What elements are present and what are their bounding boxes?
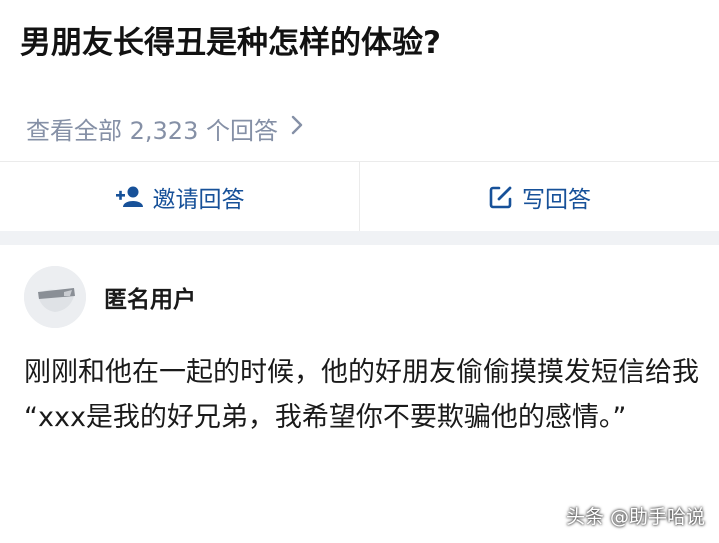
author-name[interactable]: 匿名用户 bbox=[104, 280, 196, 314]
answer-content: 刚刚和他在一起的时候，他的好朋友偷偷摸摸发短信给我 “xxx是我的好兄弟，我希望… bbox=[24, 350, 704, 440]
answer-author-row: 匿名用户 bbox=[24, 266, 196, 328]
view-all-answers-link[interactable]: 查看全部 2,323 个回答 bbox=[26, 108, 304, 148]
view-all-answers-label: 查看全部 2,323 个回答 bbox=[26, 116, 278, 145]
question-title: 男朋友长得丑是种怎样的体验? bbox=[20, 25, 441, 61]
section-divider bbox=[0, 231, 719, 245]
invite-answer-button[interactable]: 邀请回答 bbox=[0, 162, 359, 232]
write-answer-button[interactable]: 写回答 bbox=[359, 162, 719, 232]
chevron-right-icon bbox=[290, 114, 304, 142]
anonymous-avatar-icon[interactable] bbox=[24, 266, 86, 328]
write-answer-label: 写回答 bbox=[522, 187, 591, 213]
add-user-icon bbox=[115, 185, 145, 209]
answer-paragraph: “xxx是我的好兄弟，我希望你不要欺骗他的感情。” bbox=[24, 402, 627, 433]
source-watermark: 头条 @助手哈说 bbox=[565, 506, 705, 528]
answer-actions-bar: 邀请回答 写回答 bbox=[0, 161, 719, 232]
invite-answer-label: 邀请回答 bbox=[152, 187, 245, 213]
answer-paragraph: 刚刚和他在一起的时候，他的好朋友偷偷摸摸发短信给我 bbox=[24, 357, 699, 388]
edit-icon bbox=[488, 184, 514, 210]
